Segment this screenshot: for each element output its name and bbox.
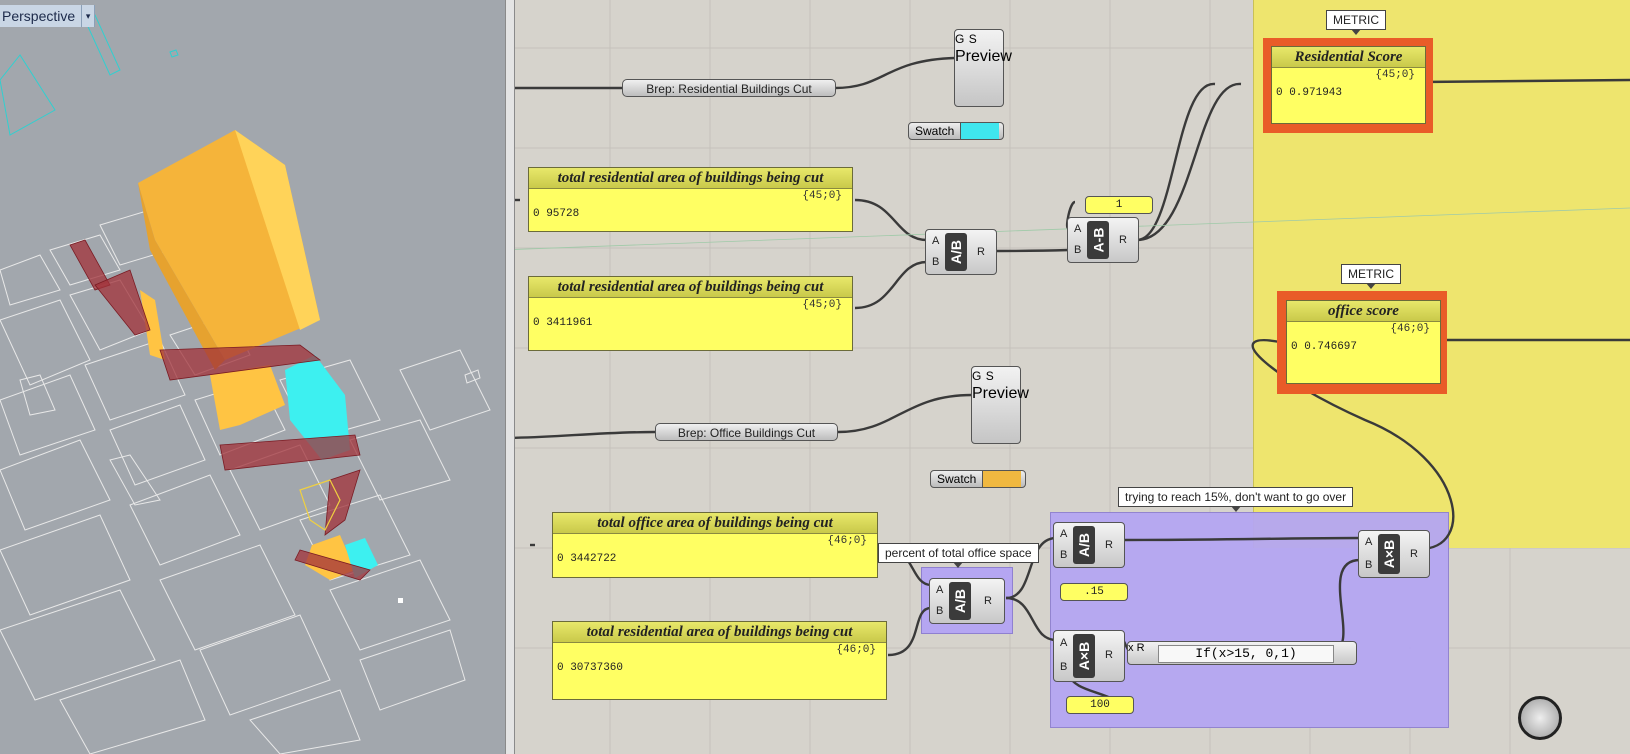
output-r[interactable]: R: [1410, 548, 1418, 560]
swatch-orange[interactable]: Swatch: [930, 470, 1026, 488]
panel-title: office score: [1287, 301, 1440, 322]
preview-office[interactable]: G S Preview: [971, 366, 1029, 444]
preview-input-g[interactable]: G: [955, 32, 964, 46]
preview-input-s[interactable]: S: [986, 369, 994, 383]
preview-input-g[interactable]: G: [972, 369, 981, 383]
panel-splitter[interactable]: [505, 0, 515, 754]
panel-title: total residential area of buildings bein…: [553, 622, 886, 643]
input-b[interactable]: B: [932, 256, 939, 268]
swatch-color[interactable]: [960, 123, 1000, 139]
panel-index: {46;0}: [836, 644, 876, 656]
input-a[interactable]: A: [932, 235, 939, 247]
input-a[interactable]: A: [1365, 536, 1372, 548]
divide-component-3[interactable]: A B A/B R: [1053, 522, 1125, 568]
brep-residential-cut[interactable]: Brep: Residential Buildings Cut: [622, 79, 836, 97]
operator-badge: A/B: [945, 233, 967, 271]
cyan-outlines: [0, 14, 179, 136]
number-hundred[interactable]: 100: [1066, 696, 1134, 714]
panel-index: {45;0}: [1375, 69, 1415, 81]
panel-office-score[interactable]: office score {46;0} 0 0.746697: [1286, 300, 1441, 384]
panel-value: 0 3442722: [557, 553, 617, 565]
output-r[interactable]: R: [977, 246, 985, 258]
operator-badge: A/B: [949, 582, 971, 620]
panel-office-area[interactable]: total office area of buildings being cut…: [552, 512, 878, 578]
viewport-scene: [0, 14, 491, 754]
subtract-component[interactable]: A B A-B R: [1067, 217, 1139, 263]
preview-badge: Preview: [955, 48, 1012, 65]
panel-value: 0 30737360: [557, 662, 624, 674]
output-r[interactable]: R: [1119, 234, 1127, 246]
input-a[interactable]: A: [1060, 528, 1067, 540]
brep-residential-label: Brep: Residential Buildings Cut: [646, 82, 812, 96]
number-one[interactable]: 1: [1085, 196, 1153, 214]
input-b[interactable]: B: [1074, 244, 1081, 256]
expression-component[interactable]: x If(x>15, 0,1) R: [1127, 641, 1357, 665]
panel-title: total residential area of buildings bein…: [529, 168, 852, 189]
panel-title: Residential Score: [1272, 47, 1425, 68]
output-r[interactable]: R: [1105, 649, 1113, 661]
divide-component-1[interactable]: A B A/B R: [925, 229, 997, 275]
brep-office-cut[interactable]: Brep: Office Buildings Cut: [655, 423, 838, 441]
bubble-trying: trying to reach 15%, don't want to go ov…: [1118, 487, 1354, 512]
divide-component-2[interactable]: A B A/B R: [929, 578, 1005, 624]
input-b[interactable]: B: [936, 605, 943, 617]
viewport-cursor-marker: [398, 598, 403, 603]
bubble-percent-office: percent of total office space: [878, 543, 1039, 568]
swatch-label: Swatch: [937, 472, 977, 486]
panel-residential-area-1[interactable]: total residential area of buildings bein…: [528, 167, 853, 232]
panel-residential-area-3[interactable]: total residential area of buildings bein…: [552, 621, 887, 700]
panel-value: 0 0.971943: [1276, 87, 1343, 99]
panel-value: 0 0.746697: [1291, 341, 1358, 353]
swatch-color[interactable]: [982, 471, 1022, 487]
operator-badge: A×B: [1378, 534, 1400, 574]
number-fifteen[interactable]: .15: [1060, 583, 1128, 601]
operator-badge: A/B: [1073, 526, 1095, 564]
input-b[interactable]: B: [1060, 661, 1067, 673]
viewport-title-tab[interactable]: Perspective ▾: [0, 5, 96, 27]
input-a[interactable]: A: [1074, 223, 1081, 235]
panel-value: 0 3411961: [533, 317, 593, 329]
input-x[interactable]: x: [1128, 642, 1134, 654]
expression-text[interactable]: If(x>15, 0,1): [1158, 645, 1334, 663]
operator-badge: A×B: [1073, 634, 1095, 678]
preview-badge: Preview: [972, 385, 1029, 402]
input-b[interactable]: B: [1365, 559, 1372, 571]
panel-title: total residential area of buildings bein…: [529, 277, 852, 298]
metric-bubble-office: METRIC: [1341, 264, 1401, 289]
swatch-label: Swatch: [915, 124, 955, 138]
panel-residential-area-2[interactable]: total residential area of buildings bein…: [528, 276, 853, 351]
metric-bubble-residential: METRIC: [1326, 10, 1386, 35]
input-a[interactable]: A: [1060, 637, 1067, 649]
output-r[interactable]: R: [984, 595, 992, 607]
panel-index: {45;0}: [802, 299, 842, 311]
multiply-component-2[interactable]: A B A×B R: [1358, 530, 1430, 578]
grasshopper-canvas[interactable]: Brep: Residential Buildings Cut G S Prev…: [515, 0, 1630, 754]
brep-office-label: Brep: Office Buildings Cut: [677, 426, 816, 440]
preview-residential[interactable]: G S Preview: [954, 29, 1012, 107]
output-r[interactable]: R: [1105, 539, 1113, 551]
viewport-title[interactable]: Perspective: [0, 8, 81, 24]
panel-title: total office area of buildings being cut: [553, 513, 877, 534]
panel-index: {46;0}: [1390, 323, 1430, 335]
panel-index: {46;0}: [827, 535, 867, 547]
panel-residential-score[interactable]: Residential Score {45;0} 0 0.971943: [1271, 46, 1426, 124]
multiply-component-1[interactable]: A B A×B R: [1053, 630, 1125, 682]
swatch-cyan[interactable]: Swatch: [908, 122, 1004, 140]
panel-index: {45;0}: [802, 190, 842, 202]
input-a[interactable]: A: [936, 584, 943, 596]
navigation-compass-icon[interactable]: [1518, 696, 1562, 740]
rhino-viewport[interactable]: Perspective ▾: [0, 0, 505, 754]
panel-value: 0 95728: [533, 208, 580, 220]
input-b[interactable]: B: [1060, 549, 1067, 561]
operator-badge: A-B: [1087, 221, 1109, 259]
chevron-down-icon[interactable]: ▾: [81, 5, 94, 27]
output-r[interactable]: R: [1137, 642, 1145, 654]
preview-input-s[interactable]: S: [969, 32, 977, 46]
